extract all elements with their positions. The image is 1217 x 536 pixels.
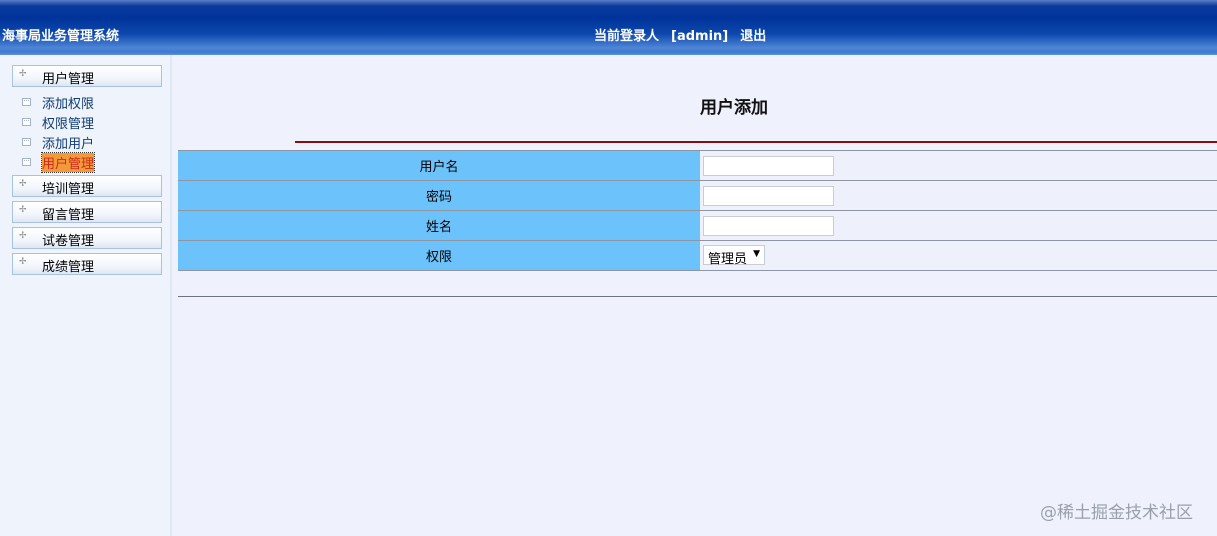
login-label: 当前登录人 <box>594 29 660 44</box>
form-row: 用户名 <box>178 150 1217 181</box>
login-info: 当前登录人 [admin] 退出 <box>594 25 778 44</box>
field-label: 姓名 <box>178 210 700 241</box>
field-label: 权限 <box>178 240 700 271</box>
expand-icon: ✢ <box>19 231 27 241</box>
sub-label: 添加用户 <box>42 137 95 152</box>
permission-select[interactable]: 管理员 ▼ <box>703 245 765 267</box>
watermark: @稀土掘金技术社区 <box>1040 503 1193 523</box>
form-row: 权限 管理员 ▼ <box>178 240 1217 271</box>
header: 海事局业务管理系统 当前登录人 [admin] 退出 <box>0 0 1217 55</box>
tree-node-icon: ··· <box>22 98 31 106</box>
sub-label: 用户管理 <box>40 152 96 173</box>
sub-label: 权限管理 <box>42 117 95 132</box>
form-bottom-divider <box>178 296 1217 297</box>
chevron-down-icon: ▼ <box>753 249 760 259</box>
menu-label: 成绩管理 <box>42 260 95 275</box>
menu-label: 留言管理 <box>42 208 95 223</box>
page-title: 用户添加 <box>700 98 768 118</box>
menu-label: 试卷管理 <box>42 234 95 249</box>
field-label: 用户名 <box>178 150 700 181</box>
expand-icon: ✢ <box>19 257 27 267</box>
expand-icon: ✢ <box>19 205 27 215</box>
form-row: 姓名 <box>178 210 1217 241</box>
logout-link[interactable]: 退出 <box>740 29 766 44</box>
sidebar: ✢ 用户管理 ··· 添加权限 ··· 权限管理 ··· 添加用户 ··· 用户管理 ✢ 培… <box>0 55 172 536</box>
system-title: 海事局业务管理系统 <box>2 29 120 44</box>
title-divider <box>295 141 1217 143</box>
expand-icon: ✢ <box>19 69 27 79</box>
tree-node-icon: ··· <box>22 158 31 166</box>
username: [admin] <box>671 29 729 44</box>
tree-node-icon: ··· <box>22 118 31 126</box>
sub-label: 添加权限 <box>42 97 95 112</box>
username-input[interactable] <box>703 155 834 176</box>
menu-message-management[interactable]: ✢ 留言管理 <box>12 201 162 223</box>
menu-label: 用户管理 <box>42 72 95 87</box>
tree-node-icon: ··· <box>22 138 31 146</box>
menu-label: 培训管理 <box>42 182 95 197</box>
menu-exam-management[interactable]: ✢ 试卷管理 <box>12 227 162 249</box>
menu-user-management[interactable]: ✢ 用户管理 <box>12 65 162 87</box>
selected-value: 管理员 <box>708 252 748 267</box>
form-row: 密码 <box>178 180 1217 211</box>
field-label: 密码 <box>178 180 700 211</box>
menu-training-management[interactable]: ✢ 培训管理 <box>12 175 162 197</box>
name-input[interactable] <box>703 215 834 236</box>
menu-score-management[interactable]: ✢ 成绩管理 <box>12 253 162 275</box>
password-input[interactable] <box>703 185 834 206</box>
expand-icon: ✢ <box>19 179 27 189</box>
user-add-form: 用户名 密码 姓名 权限 管理员 ▼ <box>178 150 1217 271</box>
